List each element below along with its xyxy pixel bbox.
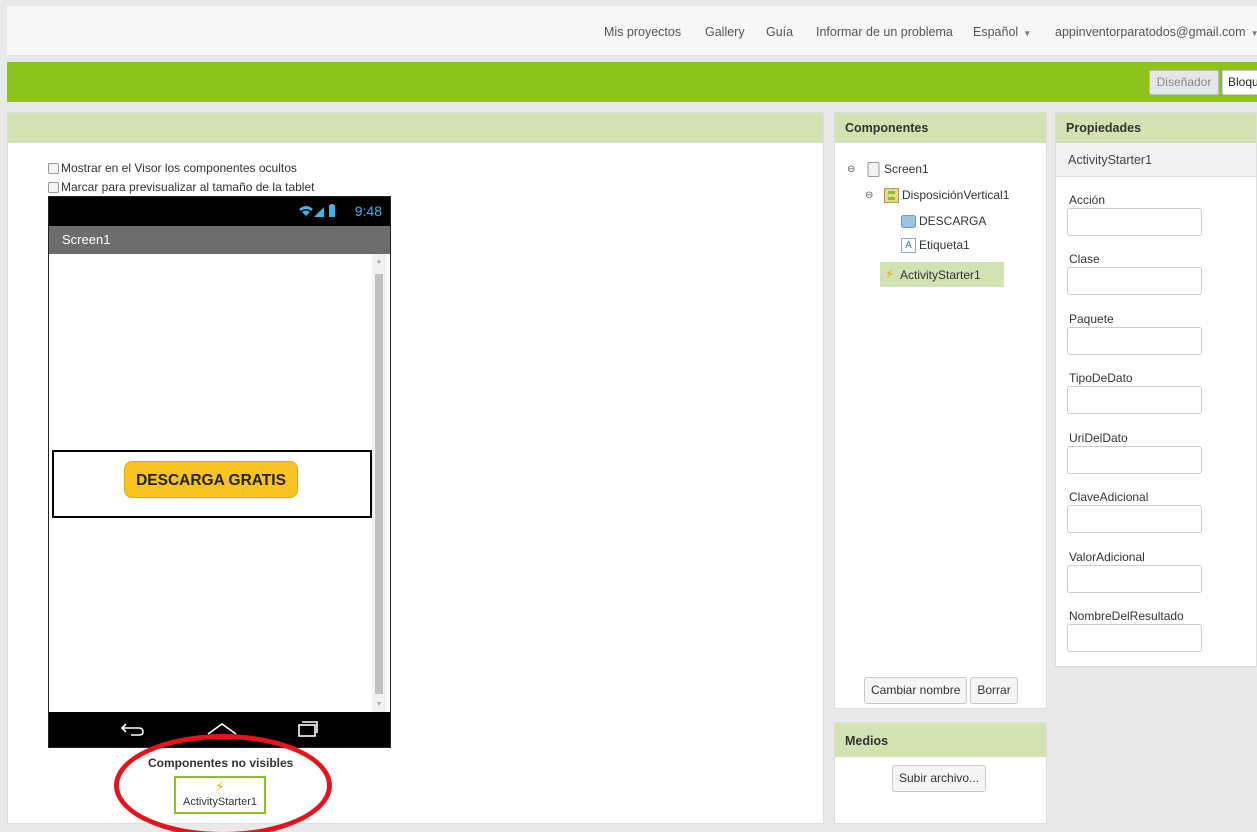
nav-gallery[interactable]: Gallery <box>705 25 745 39</box>
property-label-tipodedato: TipoDeDato <box>1069 371 1133 385</box>
property-label-clase: Clase <box>1069 252 1100 266</box>
tree-label: Etiqueta1 <box>919 238 970 252</box>
account-menu[interactable]: appinventorparatodos@gmail.com ▼ <box>1055 25 1257 39</box>
tree-label: DisposiciónVertical1 <box>902 188 1010 202</box>
recent-apps-icon <box>297 720 319 743</box>
tree-item-etiqueta1[interactable]: A Etiqueta1 <box>901 234 970 256</box>
phone-status-bar: 9:48 <box>49 197 390 226</box>
property-input-claveadicional[interactable] <box>1067 505 1202 533</box>
properties-title: Propiedades <box>1056 113 1256 143</box>
tablet-preview-checkbox[interactable] <box>48 181 59 193</box>
tree-item-vertical-arrangement[interactable]: ⊖ DisposiciónVertical1 <box>865 184 1009 206</box>
selected-component-name: ActivityStarter1 <box>1056 143 1256 177</box>
viewer-header <box>8 113 823 143</box>
show-hidden-checkbox[interactable] <box>48 162 59 174</box>
tree-label: ActivityStarter1 <box>900 267 981 282</box>
collapse-icon[interactable]: ⊖ <box>847 164 860 175</box>
property-input-tipodedato[interactable] <box>1067 386 1202 414</box>
vertical-arrangement-icon <box>884 187 899 203</box>
highlight-circle <box>114 734 332 832</box>
nav-my-projects[interactable]: Mis proyectos <box>604 25 681 39</box>
property-input-accion[interactable] <box>1067 208 1202 236</box>
component-actions: Cambiar nombre Borrar <box>864 677 1021 704</box>
screen-icon <box>866 161 881 177</box>
language-label: Español <box>973 25 1019 39</box>
property-label-paquete: Paquete <box>1069 312 1114 326</box>
tablet-preview-option[interactable]: Marcar para previsualizar al tamaño de l… <box>48 180 314 194</box>
tree-item-screen1[interactable]: ⊖ Screen1 <box>847 158 929 180</box>
delete-button[interactable]: Borrar <box>970 677 1018 704</box>
back-icon <box>119 720 145 743</box>
chevron-down-icon: ▼ <box>1023 29 1032 38</box>
property-label-valoradicional: ValorAdicional <box>1069 550 1145 564</box>
tree-label: Screen1 <box>884 162 929 176</box>
screen-title-bar: Screen1 <box>49 226 390 254</box>
blocks-button[interactable]: Bloques <box>1222 70 1257 95</box>
scroll-up-arrow-icon[interactable]: ▲ <box>372 258 386 265</box>
property-input-uridedato[interactable] <box>1067 446 1202 474</box>
account-email: appinventorparatodos@gmail.com <box>1055 25 1246 39</box>
tree-item-activitystarter1[interactable]: ⚡ ActivityStarter1 <box>880 262 1004 287</box>
nav-report-problem[interactable]: Informar de un problema <box>816 25 953 39</box>
property-label-accion: Acción <box>1069 193 1106 207</box>
tree-label: DESCARGA <box>919 214 987 228</box>
scroll-down-arrow-icon[interactable]: ▼ <box>372 701 386 708</box>
properties-panel: Propiedades ActivityStarter1 Acción Clas… <box>1055 112 1257 667</box>
download-button[interactable]: DESCARGA GRATIS <box>124 461 298 498</box>
show-hidden-components-option[interactable]: Mostrar en el Visor los componentes ocul… <box>48 161 297 175</box>
designer-button[interactable]: Diseñador <box>1149 70 1219 95</box>
tree-item-descarga[interactable]: DESCARGA <box>901 210 986 232</box>
tablet-preview-label: Marcar para previsualizar al tamaño de l… <box>61 180 315 194</box>
phone-preview: 9:48 Screen1 ▲ ▼ DESCARGA GRATIS <box>48 196 391 748</box>
show-hidden-label: Mostrar en el Visor los componentes ocul… <box>61 161 297 175</box>
collapse-icon[interactable]: ⊖ <box>865 190 878 201</box>
property-label-uridedato: UriDelDato <box>1069 431 1128 445</box>
media-panel: Medios Subir archivo... <box>834 722 1047 824</box>
wifi-signal-battery-icon <box>298 204 338 221</box>
upload-file-button[interactable]: Subir archivo... <box>892 765 987 792</box>
label-icon: A <box>901 237 916 253</box>
scrollbar-thumb[interactable] <box>375 274 383 694</box>
status-clock: 9:48 <box>354 203 382 219</box>
property-label-nombredelresultado: NombreDelResultado <box>1069 609 1184 623</box>
top-nav-bar: Mis proyectos Gallery Guía Informar de u… <box>7 6 1257 56</box>
media-title: Medios <box>835 723 1046 757</box>
viewer-panel: Mostrar en el Visor los componentes ocul… <box>7 112 824 832</box>
property-input-nombredelresultado[interactable] <box>1067 624 1202 652</box>
language-menu[interactable]: Español ▼ <box>973 25 1031 39</box>
button-icon <box>901 214 916 229</box>
components-panel: Componentes ⊖ Screen1 ⊖ DisposiciónVerti… <box>834 112 1047 709</box>
property-input-valoradicional[interactable] <box>1067 565 1202 593</box>
property-input-paquete[interactable] <box>1067 327 1202 355</box>
rename-button[interactable]: Cambiar nombre <box>864 677 968 704</box>
property-label-claveadicional: ClaveAdicional <box>1069 490 1149 504</box>
chevron-down-icon: ▼ <box>1250 29 1257 38</box>
nav-guide[interactable]: Guía <box>766 25 793 39</box>
components-title: Componentes <box>835 113 1046 143</box>
lightning-icon: ⚡ <box>885 267 894 281</box>
property-input-clase[interactable] <box>1067 267 1202 295</box>
designer-toolbar: Diseñador Bloques <box>7 62 1257 102</box>
